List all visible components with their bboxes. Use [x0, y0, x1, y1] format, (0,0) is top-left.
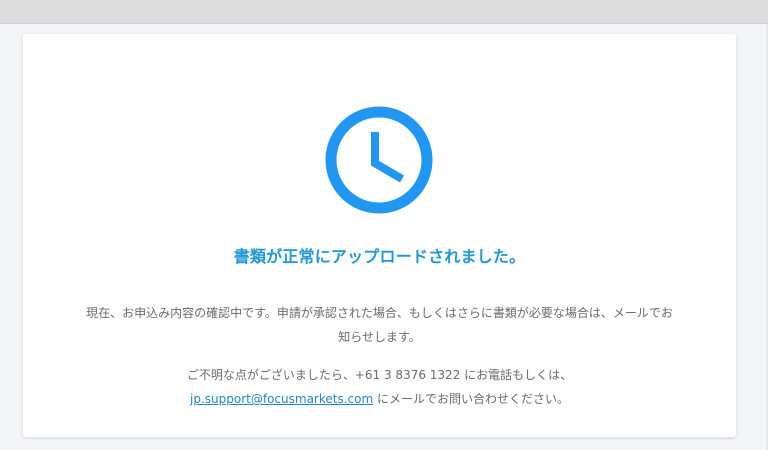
upload-confirmation-card: 書類が正常にアップロードされました。 現在、お申込み内容の確認中です。申請が承認… — [23, 34, 736, 437]
contact-message: ご不明な点がございましたら、+61 3 8376 1322 にお電話もしくは、 … — [83, 363, 676, 411]
status-message: 現在、お申込み内容の確認中です。申請が承認された場合、もしくはさらに書類が必要な… — [86, 306, 673, 344]
clock-icon — [325, 106, 433, 214]
browser-top-bar — [0, 0, 768, 24]
support-email-link[interactable]: jp.support@focusmarkets.com — [190, 392, 373, 406]
contact-prefix-text: ご不明な点がございましたら、+61 3 8376 1322 にお電話もしくは、 — [186, 368, 573, 382]
page-title: 書類が正常にアップロードされました。 — [233, 247, 526, 266]
contact-suffix-text: にメールでお問い合わせください。 — [373, 392, 569, 406]
